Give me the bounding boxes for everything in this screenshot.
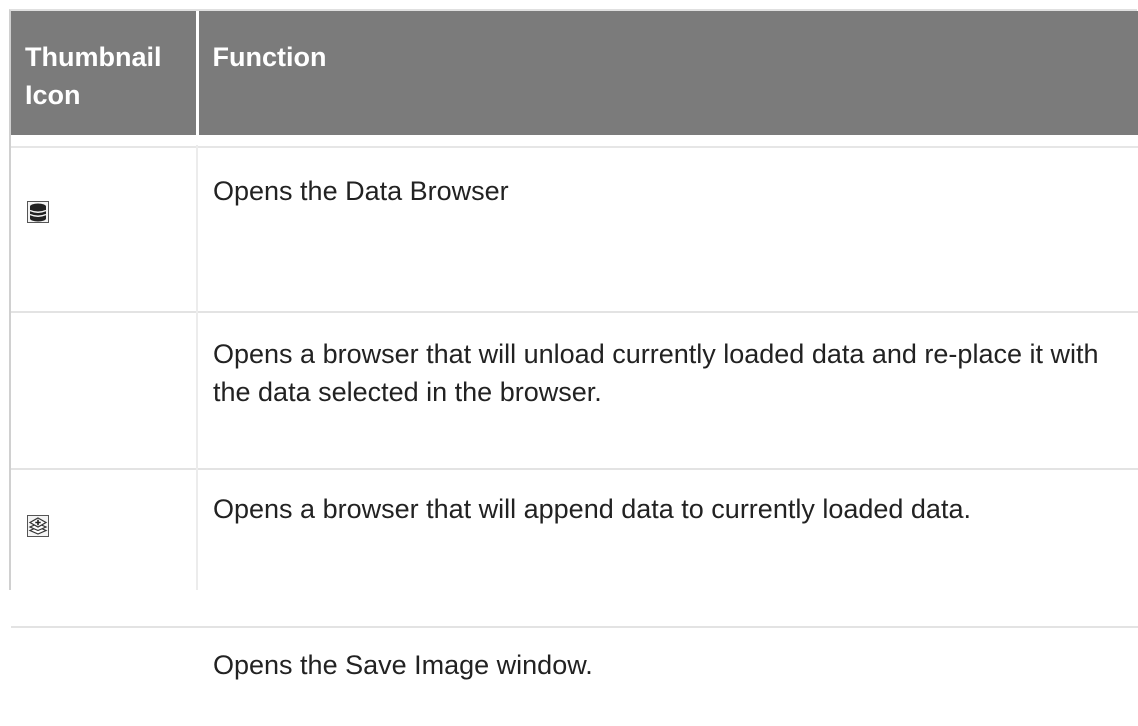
table-row: Opens a browser that will unload current… <box>11 312 1138 469</box>
function-cell: Opens the Save Image window. <box>213 650 593 680</box>
database-icon[interactable] <box>27 195 49 223</box>
icon-cell <box>11 147 197 312</box>
append-layers-icon[interactable] <box>27 509 49 537</box>
header-function: Function <box>197 11 1138 135</box>
function-cell: Opens a browser that will unload current… <box>213 339 1099 407</box>
table-row: Opens the Save Image window. <box>11 627 1138 726</box>
table-row: Opens the Data Browser <box>11 147 1138 312</box>
header-separator <box>11 135 1138 148</box>
icon-cell <box>11 469 197 627</box>
function-cell: Opens the Data Browser <box>213 176 509 206</box>
icon-cell <box>11 312 197 469</box>
column-divider <box>196 145 198 590</box>
table-header-row: Thumbnail Icon Function <box>11 11 1138 135</box>
table-row: Opens a browser that will append data to… <box>11 469 1138 627</box>
icon-cell <box>11 627 197 726</box>
function-cell: Opens a browser that will append data to… <box>213 494 971 524</box>
thumbnail-icon-table: Thumbnail Icon Function Opens the Data B… <box>11 11 1138 726</box>
header-thumbnail-icon: Thumbnail Icon <box>11 11 199 135</box>
